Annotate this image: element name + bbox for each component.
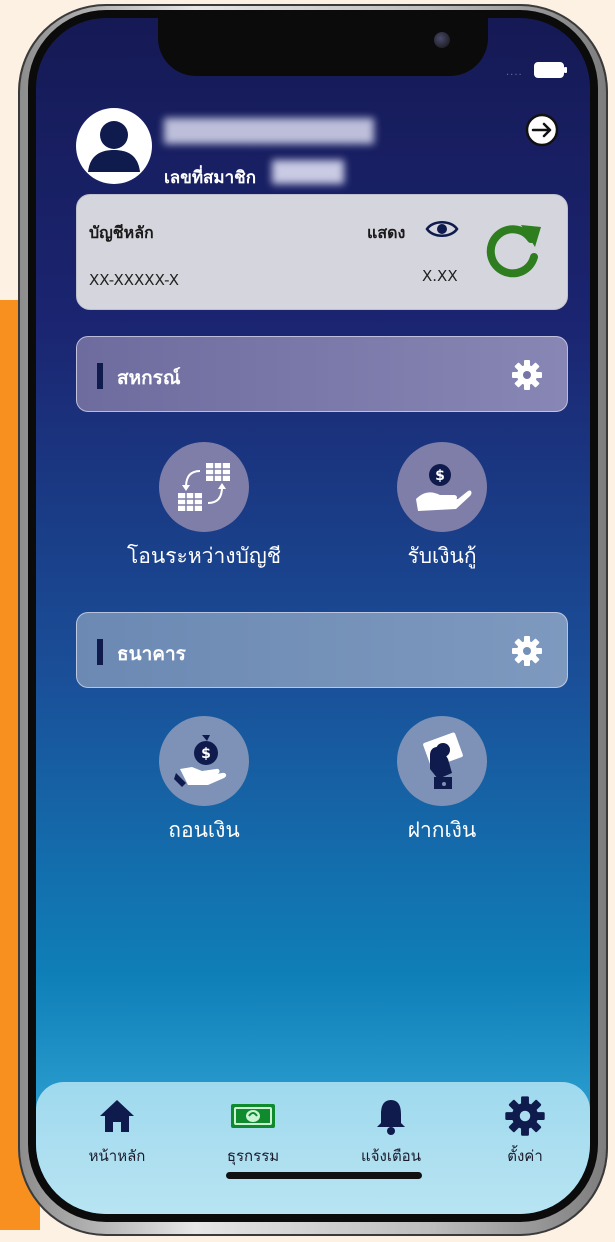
member-number (272, 160, 344, 184)
deposit-circle (397, 716, 487, 806)
bank-section-header: ธนาคาร (76, 612, 568, 688)
receive-loan-label: รับเงินกู้ (407, 544, 477, 568)
nav-home-label: หน้าหลัก (88, 1147, 146, 1165)
withdraw-label: ถอนเงิน (168, 818, 240, 842)
show-balance-label[interactable]: แสดง (367, 221, 405, 246)
money-icon (231, 1104, 275, 1128)
section-marker (97, 363, 103, 389)
transfer-label: โอนระหว่างบัญชี (127, 544, 281, 568)
transfer-circle (159, 442, 249, 532)
svg-text:$: $ (435, 468, 445, 484)
coop-section-title: สหกรณ์ (117, 367, 181, 389)
bell-icon (377, 1100, 405, 1135)
coop-settings-button[interactable] (511, 359, 543, 391)
user-icon (88, 121, 140, 172)
nav-settings-label: ตั้งค่า (507, 1147, 543, 1165)
logout-icon (525, 113, 559, 147)
receive-loan-icon: $ (416, 464, 472, 511)
coop-section-header: สหกรณ์ (76, 336, 568, 412)
deposit-button[interactable]: ฝากเงิน (332, 716, 552, 847)
receive-loan-circle: $ (397, 442, 487, 532)
gear-icon (512, 636, 542, 666)
deposit-label: ฝากเงิน (407, 818, 477, 842)
signal-icon: ···· (506, 70, 523, 81)
home-indicator[interactable] (226, 1172, 422, 1179)
camera-icon (434, 32, 450, 48)
withdraw-button[interactable]: $ ถอนเงิน (94, 716, 314, 847)
receive-loan-button[interactable]: $ รับเงินกู้ (332, 442, 552, 573)
main-account-card: บัญชีหลัก XX-XXXXX-X แสดง X.XX (76, 194, 568, 310)
svg-text:$: $ (201, 746, 211, 762)
account-title: บัญชีหลัก (89, 223, 154, 242)
nav-notifications-label: แจ้งเตือน (361, 1147, 421, 1165)
gear-icon (512, 360, 542, 390)
refresh-icon (486, 225, 541, 278)
nav-transactions[interactable]: ธุรกรรม (198, 1094, 308, 1168)
nav-transactions-label: ธุรกรรม (226, 1147, 280, 1165)
refresh-button[interactable] (479, 217, 545, 283)
member-name (164, 118, 374, 144)
nav-notifications[interactable]: แจ้งเตือน (336, 1094, 446, 1168)
account-balance: X.XX (422, 267, 458, 285)
transfer-icon (178, 463, 230, 511)
battery-icon (534, 62, 567, 78)
bottom-navigation: หน้าหลัก ธุรกรรม แจ้งเตือน ตั้งค่า (36, 1082, 590, 1214)
deposit-icon (423, 732, 463, 789)
account-number: XX-XXXXX-X (89, 271, 180, 289)
gear-icon (505, 1096, 545, 1136)
section-marker (97, 639, 103, 665)
avatar[interactable] (76, 108, 152, 184)
show-balance-button[interactable] (425, 217, 459, 241)
withdraw-circle: $ (159, 716, 249, 806)
phone-notch (158, 18, 488, 76)
logout-button[interactable] (524, 112, 560, 148)
eye-icon (425, 221, 459, 237)
nav-settings[interactable]: ตั้งค่า (470, 1094, 580, 1168)
home-icon (100, 1100, 134, 1132)
member-number-label: เลขที่สมาชิก (164, 168, 257, 188)
bank-settings-button[interactable] (511, 635, 543, 667)
bank-section-title: ธนาคาร (117, 643, 186, 665)
app-screen: ···· เลขที่สมาชิก บัญชีหลัก XX-XXXXX-X แ… (36, 18, 590, 1214)
nav-home[interactable]: หน้าหลัก (62, 1094, 172, 1168)
withdraw-icon: $ (174, 735, 227, 787)
transfer-between-accounts-button[interactable]: โอนระหว่างบัญชี (94, 442, 314, 573)
